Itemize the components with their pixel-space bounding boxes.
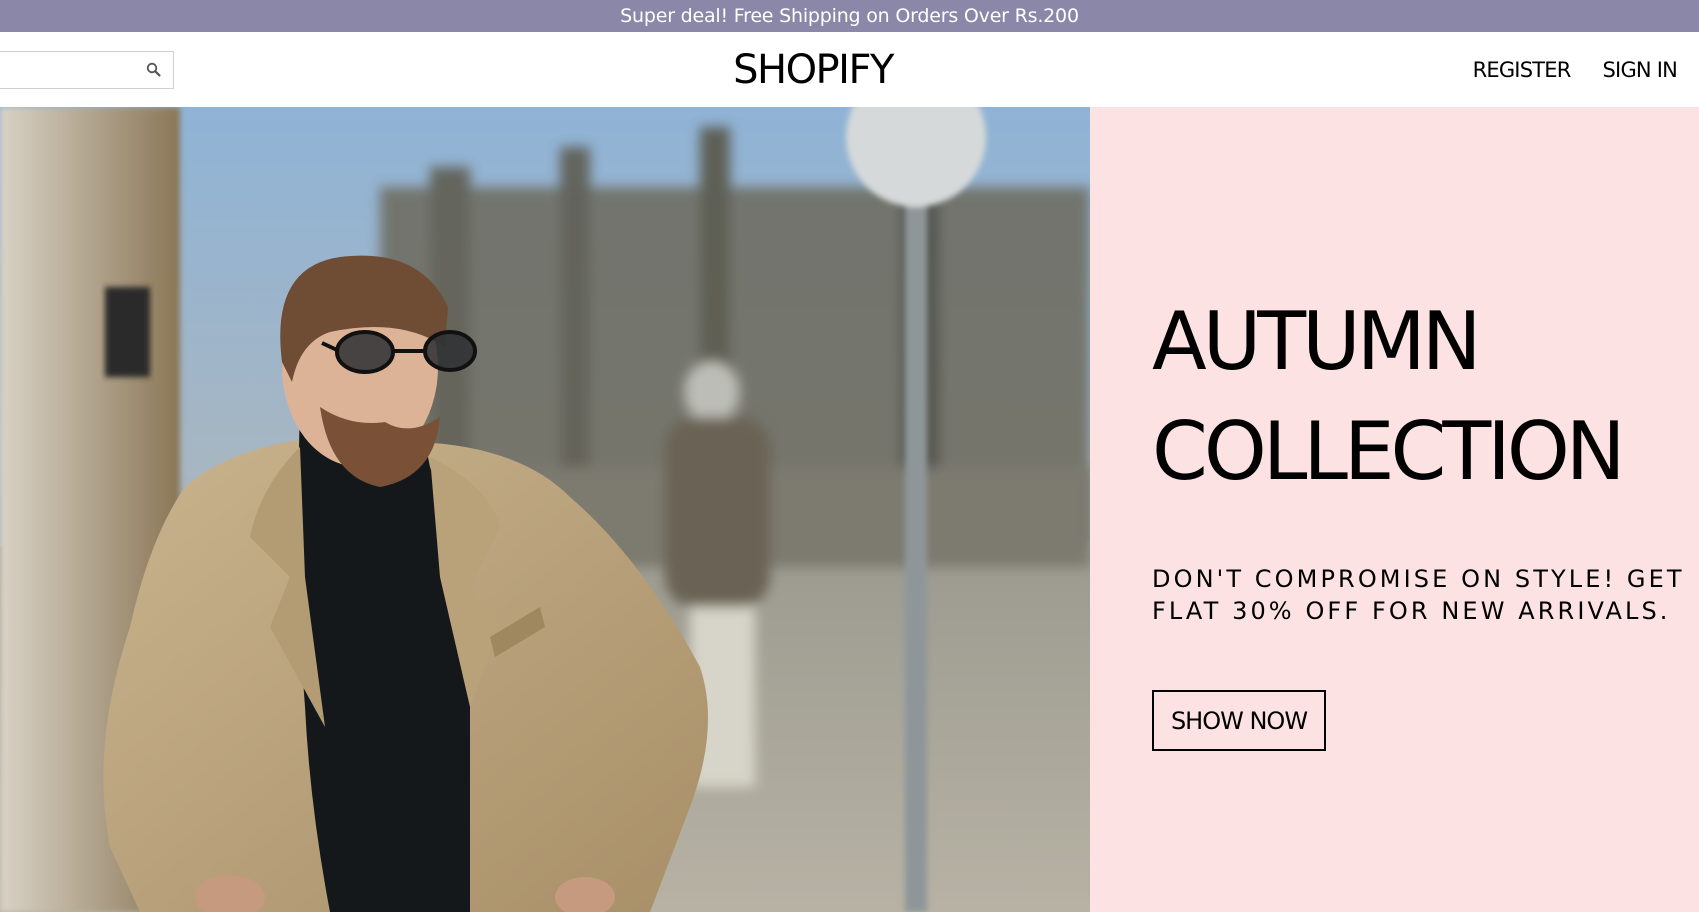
hero-title: AUTUMN COLLECTION — [1152, 287, 1626, 507]
search-container — [0, 51, 174, 89]
register-link[interactable]: REGISTER — [1473, 58, 1572, 82]
nav-links: REGISTER SIGN IN — [1473, 32, 1678, 107]
search-icon[interactable] — [145, 61, 163, 79]
show-now-button[interactable]: SHOW NOW — [1152, 690, 1326, 751]
hero-title-line-1: AUTUMN — [1152, 295, 1482, 388]
hero-subtitle: DON'T COMPROMISE ON STYLE! GET FLAT 30% … — [1152, 565, 1685, 625]
hero-slider: AUTUMN COLLECTION DON'T COMPROMISE ON ST… — [0, 107, 1699, 912]
navbar: SHOPIFY REGISTER SIGN IN — [0, 32, 1699, 107]
logo: SHOPIFY — [733, 46, 894, 93]
sign-in-link[interactable]: SIGN IN — [1603, 58, 1678, 82]
hero-title-line-2: COLLECTION — [1152, 405, 1626, 498]
hero-image — [0, 107, 1090, 912]
search-input[interactable] — [0, 52, 139, 88]
announcement-bar: Super deal! Free Shipping on Orders Over… — [0, 0, 1699, 32]
hero-info-panel: AUTUMN COLLECTION DON'T COMPROMISE ON ST… — [1090, 107, 1699, 912]
announcement-text: Super deal! Free Shipping on Orders Over… — [620, 5, 1079, 27]
